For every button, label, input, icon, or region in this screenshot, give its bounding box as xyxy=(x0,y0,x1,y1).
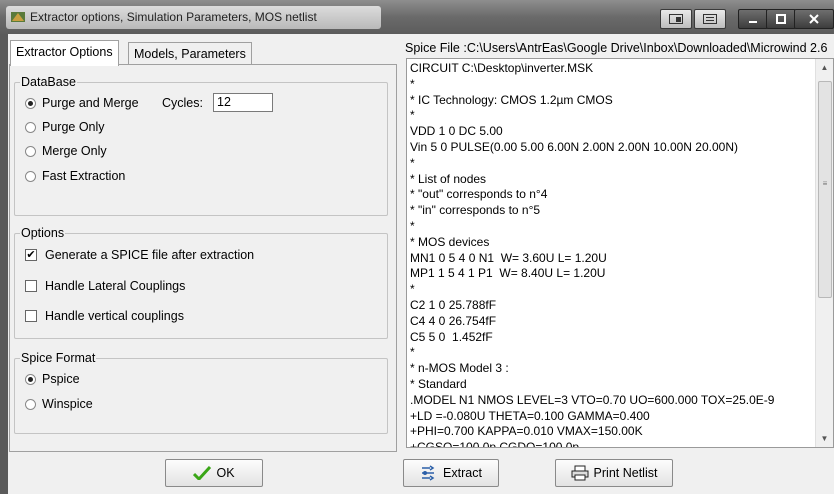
winspice-radio[interactable]: Winspice xyxy=(25,396,93,412)
radio-label: Winspice xyxy=(42,397,93,411)
check-mark-icon: ✔ xyxy=(25,248,37,261)
extract-button[interactable]: Extract xyxy=(403,459,499,487)
title-bar[interactable]: Extractor options, Simulation Parameters… xyxy=(0,0,834,34)
radio-label: Purge and Merge xyxy=(42,96,139,110)
spice-format-group: Spice Format Pspice Winspice xyxy=(14,351,388,434)
print-netlist-button[interactable]: Print Netlist xyxy=(555,459,673,487)
vertical-couplings-checkbox[interactable]: Handle vertical couplings xyxy=(25,308,184,324)
netlist-text[interactable]: CIRCUIT C:\Desktop\inverter.MSK * * IC T… xyxy=(407,59,833,447)
purge-only-radio[interactable]: Purge Only xyxy=(25,119,105,135)
database-group: DataBase Purge and Merge Cycles: 12 Purg… xyxy=(14,75,388,216)
ok-label: OK xyxy=(216,466,235,480)
close-button[interactable] xyxy=(794,9,834,29)
extract-icon xyxy=(420,465,438,481)
printer-icon xyxy=(571,465,589,481)
tab-models-parameters[interactable]: Models, Parameters xyxy=(128,42,252,65)
title-tab: Extractor options, Simulation Parameters… xyxy=(6,6,381,29)
checkbox-box xyxy=(25,310,37,322)
radio-indicator xyxy=(25,373,36,385)
spice-netlist-textarea[interactable]: CIRCUIT C:\Desktop\inverter.MSK * * IC T… xyxy=(406,58,834,448)
left-panel: Extractor Options Models, Parameters Dat… xyxy=(8,34,399,452)
button-bar: OK Extract Print Netlist xyxy=(8,452,834,494)
cycles-input[interactable]: 12 xyxy=(213,93,273,112)
minimize-icon xyxy=(749,21,757,23)
generate-spice-checkbox[interactable]: ✔ Generate a SPICE file after extraction xyxy=(25,247,254,263)
ok-check-icon xyxy=(193,466,212,480)
radio-indicator xyxy=(25,97,36,109)
radio-indicator xyxy=(25,170,36,182)
extract-label: Extract xyxy=(443,466,482,480)
snap-button[interactable] xyxy=(660,9,692,29)
pspice-radio[interactable]: Pspice xyxy=(25,371,80,387)
dialog-client: Extractor Options Models, Parameters Dat… xyxy=(8,34,834,494)
tab-extractor-options[interactable]: Extractor Options xyxy=(10,40,119,66)
ok-button[interactable]: OK xyxy=(165,459,263,487)
radio-label: Merge Only xyxy=(42,144,107,158)
window-title: Extractor options, Simulation Parameters… xyxy=(30,10,317,24)
options-legend: Options xyxy=(20,226,66,240)
options-group: Options ✔ Generate a SPICE file after ex… xyxy=(14,226,388,339)
fast-extraction-radio[interactable]: Fast Extraction xyxy=(25,168,125,184)
print-netlist-label: Print Netlist xyxy=(593,466,658,480)
spice-format-legend: Spice Format xyxy=(20,351,97,365)
radio-label: Fast Extraction xyxy=(42,169,126,183)
minimize-button[interactable] xyxy=(738,9,768,29)
app-icon xyxy=(11,12,25,22)
snap-icon xyxy=(669,14,683,24)
checkbox-box xyxy=(25,280,37,292)
close-icon xyxy=(809,14,819,24)
scroll-thumb[interactable]: ≡ xyxy=(818,81,832,298)
layout-button[interactable] xyxy=(694,9,726,29)
spice-file-path: Spice File :C:\Users\AntrEas\Google Driv… xyxy=(405,41,828,55)
checkbox-label: Generate a SPICE file after extraction xyxy=(45,248,255,262)
tab-panel: DataBase Purge and Merge Cycles: 12 Purg… xyxy=(9,64,397,452)
checkbox-label: Handle Lateral Couplings xyxy=(45,279,186,293)
database-legend: DataBase xyxy=(20,75,77,89)
merge-only-radio[interactable]: Merge Only xyxy=(25,143,107,159)
purge-and-merge-radio[interactable]: Purge and Merge xyxy=(25,95,139,111)
vertical-scrollbar[interactable]: ▲ ≡ ▼ xyxy=(815,59,833,447)
grip-icon: ≡ xyxy=(822,179,828,188)
spice-file-panel: Spice File :C:\Users\AntrEas\Google Driv… xyxy=(401,34,834,452)
radio-indicator xyxy=(25,398,36,410)
extractor-options-window: Extractor options, Simulation Parameters… xyxy=(0,0,834,494)
maximize-icon xyxy=(776,14,786,24)
radio-label: Pspice xyxy=(42,372,80,386)
radio-label: Purge Only xyxy=(42,120,105,134)
cycles-label: Cycles: xyxy=(162,96,203,110)
lateral-couplings-checkbox[interactable]: Handle Lateral Couplings xyxy=(25,278,185,294)
radio-indicator xyxy=(25,145,36,157)
scroll-up-icon[interactable]: ▲ xyxy=(816,59,833,76)
layout-icon xyxy=(703,14,717,24)
radio-indicator xyxy=(25,121,36,133)
checkbox-label: Handle vertical couplings xyxy=(45,309,184,323)
maximize-button[interactable] xyxy=(766,9,796,29)
scroll-down-icon[interactable]: ▼ xyxy=(816,430,833,447)
